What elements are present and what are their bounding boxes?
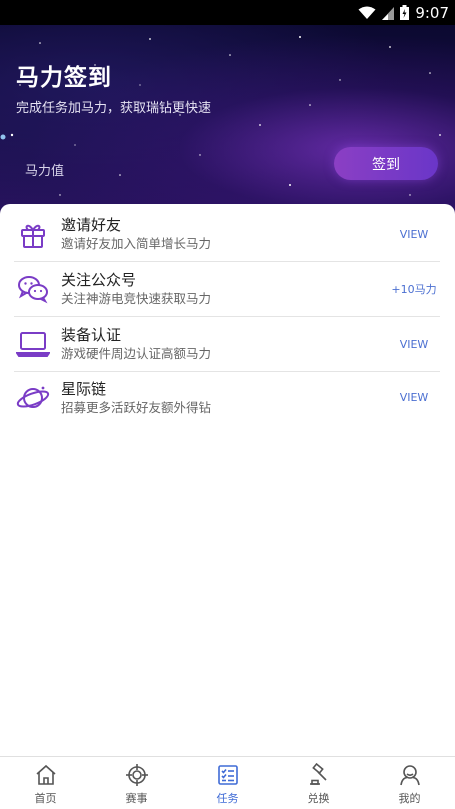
task-title: 星际链 (61, 379, 107, 398)
planet-icon (14, 379, 52, 417)
task-desc: 关注神游电竞快速获取马力 (61, 291, 212, 306)
nav-label: 我的 (398, 791, 421, 805)
home-icon (35, 764, 56, 785)
nav-exchange[interactable]: 兑换 (273, 757, 364, 809)
hero-banner: 马力签到 完成任务加马力，获取瑞钻更快速 马力值 签到 (0, 25, 455, 225)
crosshair-icon (125, 763, 148, 786)
task-title: 装备认证 (61, 326, 122, 344)
nav-home[interactable]: 首页 (0, 757, 91, 809)
page-subtitle: 完成任务加马力，获取瑞钻更快速 (16, 101, 212, 116)
task-title: 邀请好友 (61, 216, 122, 234)
page-title: 马力签到 (16, 65, 112, 91)
horsepower-label: 马力值 (25, 164, 65, 179)
task-panel: 邀请好友 邀请好友加入简单增长马力 VIEW 关注公众号 关注神游电竞快速获取马… (0, 204, 455, 756)
task-desc: 游戏硬件周边认证高额马力 (61, 346, 212, 361)
task-title: 关注公众号 (61, 271, 137, 289)
nav-mine[interactable]: 我的 (364, 757, 455, 809)
checkin-button[interactable]: 签到 (334, 147, 438, 180)
task-row-equipment[interactable]: 装备认证 游戏硬件周边认证高额马力 VIEW (14, 317, 440, 372)
wifi-icon (358, 6, 376, 20)
task-row-follow[interactable]: 关注公众号 关注神游电竞快速获取马力 +10马力 (14, 262, 440, 317)
nav-label: 首页 (34, 791, 57, 805)
nav-label: 任务 (216, 791, 239, 805)
checklist-icon (217, 764, 238, 785)
nav-tasks[interactable]: 任务 (182, 757, 273, 809)
battery-icon (400, 5, 410, 20)
starfield-background (0, 36, 441, 206)
signal-icon (382, 6, 395, 20)
laptop-icon (14, 325, 52, 363)
nav-label: 兑换 (307, 791, 330, 805)
task-reward-link[interactable]: +10马力 (388, 281, 440, 297)
wechat-icon (14, 270, 52, 308)
task-view-link[interactable]: VIEW (388, 228, 440, 241)
task-desc: 邀请好友加入简单增长马力 (61, 236, 212, 251)
task-view-link[interactable]: VIEW (388, 338, 440, 351)
user-icon (399, 764, 420, 785)
status-bar: 9:07 (0, 0, 455, 25)
nav-events[interactable]: 赛事 (91, 757, 182, 809)
task-row-starchain[interactable]: 星际链 招募更多活跃好友额外得钻 VIEW (14, 370, 440, 425)
task-view-link[interactable]: VIEW (388, 391, 440, 404)
task-row-invite[interactable]: 邀请好友 邀请好友加入简单增长马力 VIEW (14, 207, 440, 262)
nav-label: 赛事 (125, 791, 148, 805)
task-desc: 招募更多活跃好友额外得钻 (61, 399, 212, 415)
gavel-icon (309, 762, 327, 785)
gift-icon (14, 215, 52, 253)
bottom-nav: 首页 赛事 任务 兑换 我的 (0, 756, 455, 809)
status-time: 9:07 (415, 3, 449, 22)
